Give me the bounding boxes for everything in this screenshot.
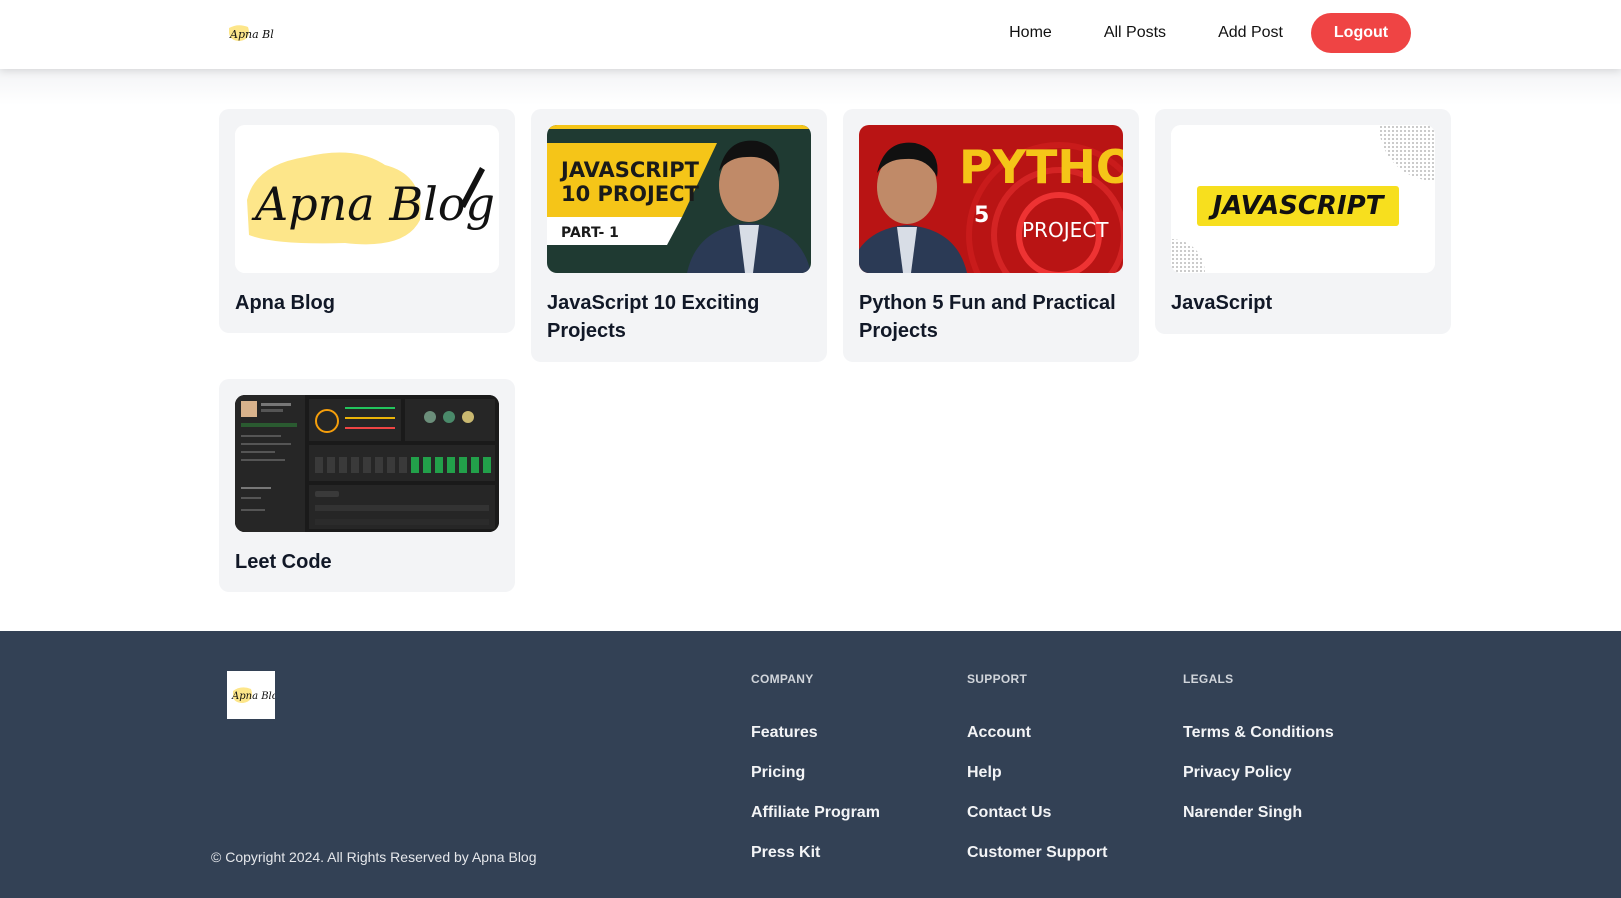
footer-link[interactable]: Privacy Policy <box>1183 762 1334 783</box>
footer-col-company: COMPANY Features Pricing Affiliate Progr… <box>751 672 880 882</box>
footer-col-support: SUPPORT Account Help Contact Us Customer… <box>967 672 1107 882</box>
footer-link[interactable]: Press Kit <box>751 842 880 863</box>
footer-link[interactable]: Features <box>751 722 880 743</box>
post-thumbnail: JAVASCRIPT 10 PROJECT PART- 1 <box>547 125 811 273</box>
post-thumbnail: Apna Blog <box>235 125 499 273</box>
post-card[interactable]: Apna Blog Apna Blog <box>219 109 515 333</box>
thumb-num: 5 <box>974 203 989 228</box>
post-thumbnail: JAVASCRIPT <box>1171 125 1435 273</box>
javascript-label: JAVASCRIPT <box>1208 191 1386 221</box>
post-card[interactable]: JAVASCRIPT 10 PROJECT PART- 1 JavaScript… <box>531 109 827 362</box>
nav-add-post[interactable]: Add Post <box>1192 24 1309 42</box>
nav-all-posts[interactable]: All Posts <box>1078 24 1192 42</box>
footer-logo-text: Apna Blog <box>231 691 275 702</box>
site-header: Apna Blog Home All Posts Add Post Logout <box>0 0 1621 69</box>
post-title[interactable]: JavaScript <box>1171 289 1435 317</box>
footer-heading: COMPANY <box>751 672 814 686</box>
footer-col-legals: LEGALS Terms & Conditions Privacy Policy… <box>1183 672 1334 842</box>
thumb-main: PYTHON <box>959 140 1123 194</box>
thumb-line-1: JAVASCRIPT <box>559 158 700 182</box>
site-logo[interactable]: Apna Blog <box>226 19 287 47</box>
footer-link[interactable]: Contact Us <box>967 802 1107 823</box>
logout-button[interactable]: Logout <box>1311 13 1411 53</box>
post-card[interactable]: JAVASCRIPT JavaScript <box>1155 109 1451 334</box>
main-nav: Home All Posts Add Post Logout <box>983 13 1411 53</box>
thumb-line-2: 10 PROJECT <box>561 182 700 206</box>
post-thumbnail <box>235 395 499 532</box>
footer-link[interactable]: Terms & Conditions <box>1183 722 1334 743</box>
footer-heading: LEGALS <box>1183 672 1234 686</box>
footer-link[interactable]: Customer Support <box>967 842 1107 863</box>
post-title[interactable]: Python 5 Fun and Practical Projects <box>859 289 1123 345</box>
post-title[interactable]: JavaScript 10 Exciting Projects <box>547 289 811 345</box>
footer-heading: SUPPORT <box>967 672 1028 686</box>
post-card[interactable]: Leet Code <box>219 379 515 592</box>
footer-link[interactable]: Account <box>967 722 1107 743</box>
thumb-sub: PART- 1 <box>561 225 619 241</box>
footer-link[interactable]: Help <box>967 762 1107 783</box>
posts-grid: Apna Blog Apna Blog JAVASCRIPT 10 PROJEC… <box>0 69 1621 631</box>
copyright-text: © Copyright 2024. All Rights Reserved by… <box>211 849 537 865</box>
site-logo-text: Apna Blog <box>229 28 274 41</box>
nav-home[interactable]: Home <box>983 24 1078 42</box>
post-card[interactable]: PYTHON 5 PROJECT Python 5 Fun and Practi… <box>843 109 1139 362</box>
footer-link[interactable]: Pricing <box>751 762 880 783</box>
post-title[interactable]: Leet Code <box>235 548 499 576</box>
post-thumbnail: PYTHON 5 PROJECT <box>859 125 1123 273</box>
apna-blog-logo-text: Apna Blog <box>251 177 495 231</box>
footer-link[interactable]: Narender Singh <box>1183 802 1334 823</box>
footer-link[interactable]: Affiliate Program <box>751 802 880 823</box>
footer-logo[interactable]: Apna Blog <box>227 671 284 719</box>
post-title[interactable]: Apna Blog <box>235 289 499 317</box>
site-footer: Apna Blog © Copyright 2024. All Rights R… <box>0 631 1621 898</box>
thumb-sub: PROJECT <box>1022 218 1109 242</box>
